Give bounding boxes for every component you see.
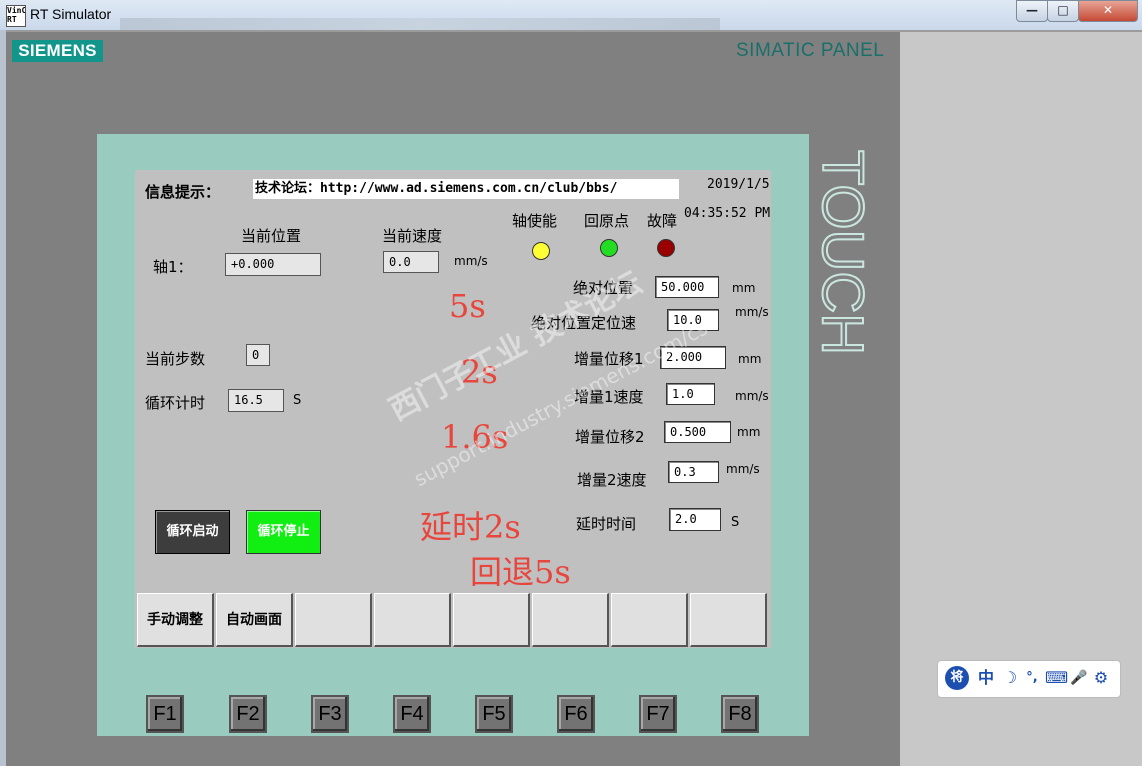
siemens-logo: SIEMENS bbox=[12, 40, 103, 62]
axis-label: 轴1： bbox=[153, 258, 193, 276]
tab-empty-7[interactable] bbox=[611, 593, 688, 647]
f3-key[interactable]: F3 bbox=[311, 695, 349, 733]
punctuation-icon[interactable]: °, bbox=[1022, 668, 1042, 688]
current-speed-unit: mm/s bbox=[454, 254, 488, 268]
tab-empty-8[interactable] bbox=[690, 593, 767, 647]
cycle-time-unit: S bbox=[293, 393, 302, 408]
cycle-stop-button[interactable]: 循环停止 bbox=[246, 510, 321, 554]
simulator-side-area bbox=[900, 32, 1142, 766]
f7-key[interactable]: F7 bbox=[639, 695, 677, 733]
touch-text: TOUCH bbox=[815, 150, 875, 355]
info-label: 信息提示： bbox=[145, 183, 221, 201]
tab-empty-5[interactable] bbox=[453, 593, 530, 647]
app-icon: VinC RT bbox=[6, 5, 26, 27]
time-display: 04:35:52 PM bbox=[684, 206, 771, 221]
simatic-panel-label: SIMATIC PANEL bbox=[736, 40, 885, 61]
current-speed-label: 当前速度 bbox=[382, 227, 443, 245]
tab-manual-adjust[interactable]: 手动调整 bbox=[137, 593, 214, 647]
inc-speed1-unit: mm/s bbox=[735, 389, 769, 403]
f1-key[interactable]: F1 bbox=[146, 695, 184, 733]
halfwidth-moon-icon[interactable]: ☽ bbox=[1000, 668, 1020, 688]
homed-label: 回原点 bbox=[584, 212, 630, 230]
inc-disp2-input[interactable]: 0.500 bbox=[664, 421, 731, 443]
ime-logo-icon[interactable]: 将 bbox=[945, 666, 969, 690]
info-text: 技术论坛：http://www.ad.siemens.com.cn/club/b… bbox=[253, 179, 679, 199]
cycle-start-button[interactable]: 循环启动 bbox=[155, 510, 230, 554]
inc-disp2-label: 增量位移2 bbox=[575, 428, 645, 446]
f8-key[interactable]: F8 bbox=[721, 695, 759, 733]
fault-led bbox=[657, 239, 675, 257]
inc-speed2-unit: mm/s bbox=[726, 462, 760, 476]
delay-time-unit: S bbox=[731, 515, 740, 530]
current-position-label: 当前位置 bbox=[241, 227, 302, 245]
delay-time-input[interactable]: 2.0 bbox=[669, 508, 721, 531]
annotation-5s: 5s bbox=[449, 287, 486, 325]
keyboard-icon[interactable]: ⌨ bbox=[1045, 668, 1068, 688]
current-step-label: 当前步数 bbox=[145, 350, 206, 368]
inc-speed2-input[interactable]: 0.3 bbox=[668, 461, 719, 483]
homed-led bbox=[600, 239, 618, 257]
date-display: 2019/1/5 bbox=[707, 177, 770, 192]
abs-position-input[interactable]: 50.000 bbox=[655, 276, 719, 298]
current-speed-field: 0.0 bbox=[383, 251, 439, 273]
tab-empty-4[interactable] bbox=[374, 593, 451, 647]
blurred-breadcrumb bbox=[120, 18, 720, 30]
touch-label: TOUCH bbox=[815, 150, 876, 356]
chinese-mode-icon[interactable]: 中 bbox=[976, 668, 996, 688]
f5-key[interactable]: F5 bbox=[475, 695, 513, 733]
tab-auto-screen[interactable]: 自动画面 bbox=[216, 593, 293, 647]
maximize-button[interactable]: □ bbox=[1047, 0, 1079, 22]
abs-speed-unit: mm/s bbox=[735, 305, 769, 319]
settings-gear-icon[interactable]: ⚙ bbox=[1091, 668, 1111, 688]
inc-speed2-label: 增量2速度 bbox=[577, 471, 647, 489]
cycle-time-field: 16.5 bbox=[228, 389, 284, 412]
f4-key[interactable]: F4 bbox=[393, 695, 431, 733]
cycle-time-label: 循环计时 bbox=[145, 394, 206, 412]
window-title: RT Simulator bbox=[30, 6, 112, 22]
microphone-icon[interactable]: 🎤 bbox=[1069, 668, 1089, 688]
f2-key[interactable]: F2 bbox=[229, 695, 267, 733]
current-step-field: 0 bbox=[246, 344, 270, 366]
inc-disp2-unit: mm bbox=[737, 425, 761, 439]
annotation-delay-2s: 延时2s bbox=[420, 508, 521, 546]
close-button[interactable]: ✕ bbox=[1078, 0, 1138, 22]
axis-enable-label: 轴使能 bbox=[512, 212, 558, 230]
abs-position-unit: mm bbox=[732, 281, 756, 295]
current-position-field: +0.000 bbox=[225, 253, 321, 276]
inc-speed1-input[interactable]: 1.0 bbox=[666, 383, 715, 405]
tab-empty-3[interactable] bbox=[295, 593, 372, 647]
f6-key[interactable]: F6 bbox=[557, 695, 595, 733]
axis-enable-led bbox=[532, 242, 550, 260]
inc-disp1-unit: mm bbox=[738, 352, 762, 366]
delay-time-label: 延时时间 bbox=[576, 515, 637, 533]
tab-empty-6[interactable] bbox=[532, 593, 609, 647]
annotation-retreat-5s: 回退5s bbox=[470, 553, 571, 591]
minimize-button[interactable]: — bbox=[1016, 0, 1048, 22]
fault-label: 故障 bbox=[647, 212, 678, 230]
